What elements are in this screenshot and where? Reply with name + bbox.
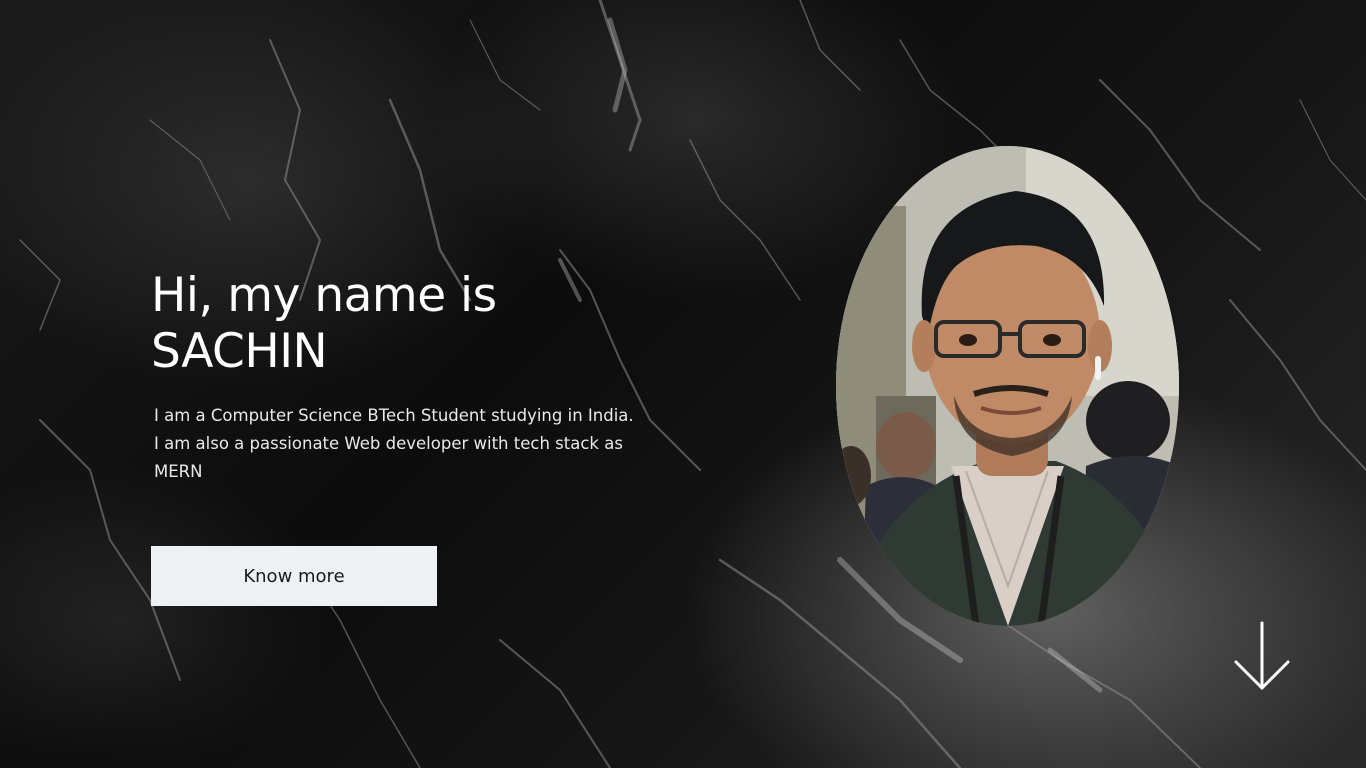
hero-title: Hi, my name is SACHIN [151, 268, 691, 380]
hero-description-line-3: MERN [154, 462, 203, 481]
scroll-down-button[interactable] [1232, 620, 1292, 694]
hero-content: Hi, my name is SACHIN I am a Computer Sc… [151, 268, 691, 486]
portrait-illustration [836, 146, 1179, 626]
profile-photo [836, 146, 1179, 626]
hero-description: I am a Computer Science BTech Student st… [154, 402, 674, 486]
know-more-button[interactable]: Know more [151, 546, 437, 606]
hero-section: Hi, my name is SACHIN I am a Computer Sc… [0, 0, 1366, 768]
hero-title-line-1: Hi, my name is [151, 268, 497, 323]
hero-title-line-2: SACHIN [151, 324, 328, 379]
arrow-down-icon [1234, 621, 1290, 690]
hero-description-line-2: I am also a passionate Web developer wit… [154, 434, 623, 453]
hero-description-line-1: I am a Computer Science BTech Student st… [154, 406, 634, 425]
